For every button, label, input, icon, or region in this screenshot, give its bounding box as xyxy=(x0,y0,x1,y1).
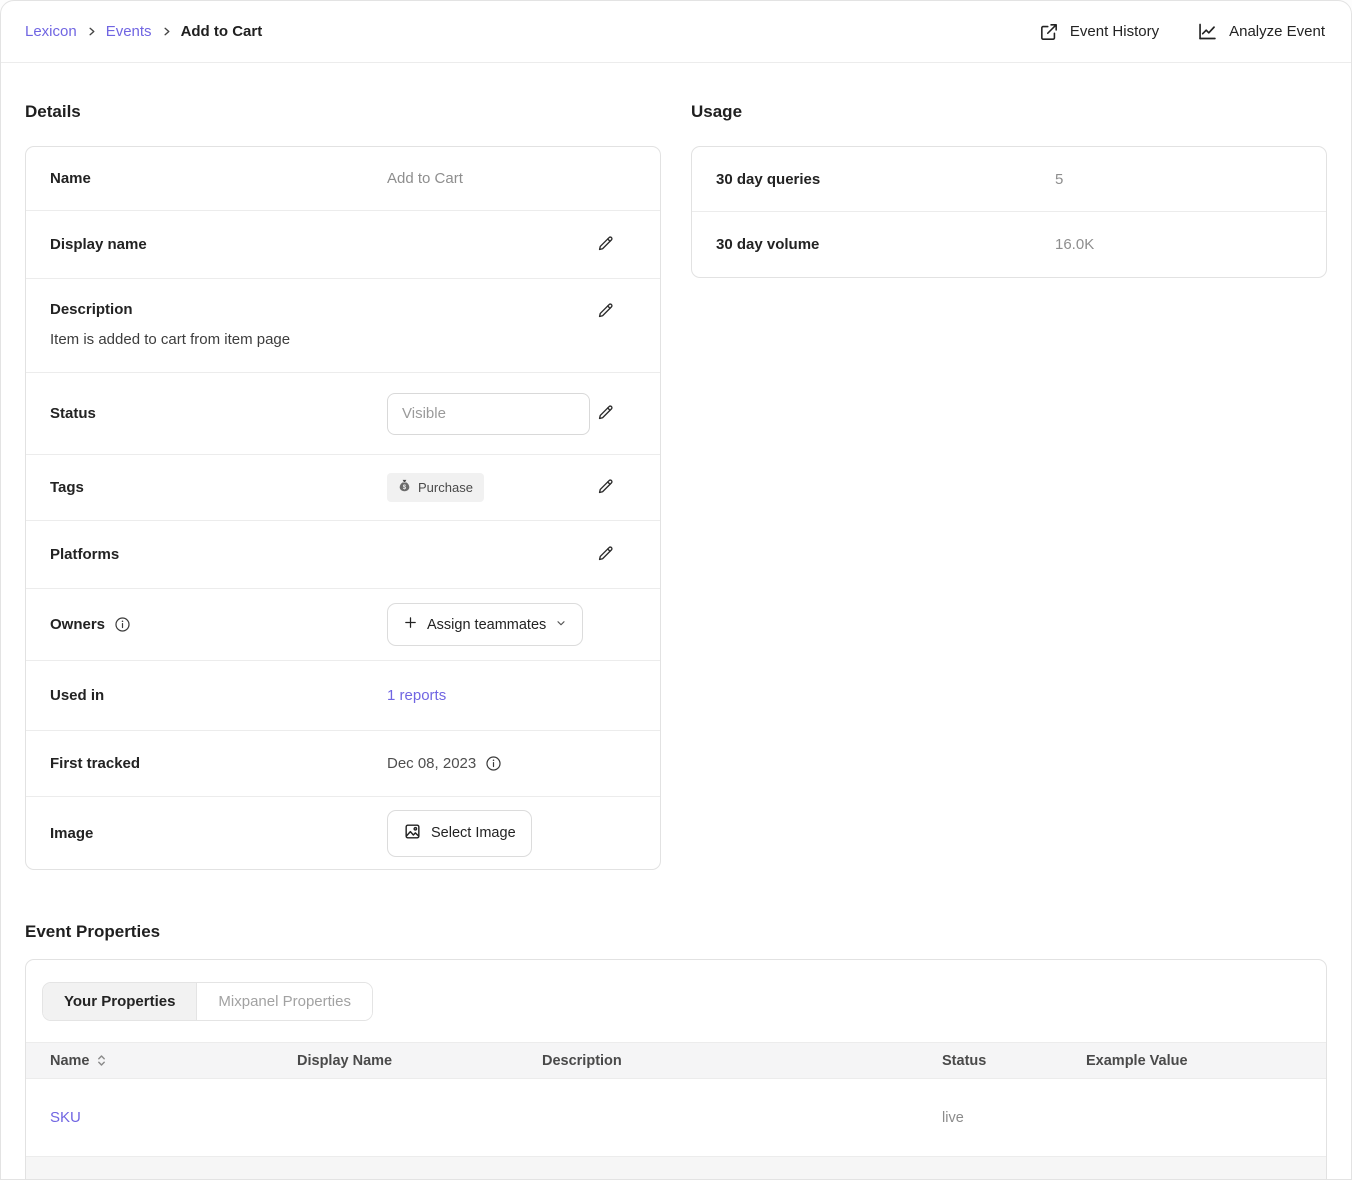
detail-row-name: Name Add to Cart xyxy=(26,147,660,211)
usage-row-queries: 30 day queries 5 xyxy=(692,147,1326,212)
first-tracked-label: First tracked xyxy=(50,755,387,772)
usage-card: 30 day queries 5 30 day volume 16.0K xyxy=(691,146,1327,278)
pencil-icon xyxy=(596,234,615,256)
name-column-label: Name xyxy=(50,1053,90,1069)
external-link-icon xyxy=(1039,22,1059,42)
lexicon-event-page: Lexicon Events Add to Cart Event History xyxy=(0,0,1352,1180)
properties-tabs: Your Properties Mixpanel Properties xyxy=(42,982,373,1021)
page-content: Details Name Add to Cart Display name xyxy=(1,63,1351,1180)
pencil-icon xyxy=(596,301,615,323)
first-tracked-value: Dec 08, 2023 xyxy=(387,755,476,772)
detail-row-platforms: Platforms xyxy=(26,521,660,589)
detail-row-image: Image Select Image xyxy=(26,797,660,869)
pencil-icon xyxy=(596,544,615,566)
tag-purchase[interactable]: $ Purchase xyxy=(387,473,484,502)
usage-title: Usage xyxy=(691,87,1327,122)
event-history-label: Event History xyxy=(1070,23,1159,40)
edit-platforms-button[interactable] xyxy=(596,544,616,566)
name-value: Add to Cart xyxy=(387,170,596,187)
top-bar: Lexicon Events Add to Cart Event History xyxy=(1,1,1351,63)
column-header-name[interactable]: Name xyxy=(50,1053,297,1069)
column-header-example-value: Example Value xyxy=(1086,1053,1326,1069)
property-row-sku[interactable]: SKU live xyxy=(26,1079,1326,1157)
tab-your-properties[interactable]: Your Properties xyxy=(43,983,196,1020)
used-in-label: Used in xyxy=(50,687,387,704)
breadcrumb-events[interactable]: Events xyxy=(106,23,152,40)
detail-row-used-in: Used in 1 reports xyxy=(26,661,660,731)
image-icon xyxy=(403,822,422,845)
event-properties-section: Event Properties Your Properties Mixpane… xyxy=(25,907,1327,1180)
property-status: live xyxy=(942,1110,1086,1126)
usage-row-volume: 30 day volume 16.0K xyxy=(692,212,1326,277)
event-properties-card: Your Properties Mixpanel Properties Name… xyxy=(25,959,1327,1180)
assign-teammates-label: Assign teammates xyxy=(427,617,546,633)
breadcrumb: Lexicon Events Add to Cart xyxy=(25,23,262,40)
queries-label: 30 day queries xyxy=(716,171,1055,188)
breadcrumb-current-event: Add to Cart xyxy=(181,23,263,40)
detail-row-owners: Owners Assign teammates xyxy=(26,589,660,661)
chevron-down-icon xyxy=(555,617,567,633)
status-label: Status xyxy=(50,405,387,422)
details-card: Name Add to Cart Display name xyxy=(25,146,661,870)
event-properties-title: Event Properties xyxy=(25,907,1327,942)
name-label: Name xyxy=(50,170,387,187)
volume-label: 30 day volume xyxy=(716,236,1055,253)
detail-row-tags: Tags $ Purchase xyxy=(26,455,660,521)
tab-mixpanel-properties[interactable]: Mixpanel Properties xyxy=(196,983,372,1020)
tags-label: Tags xyxy=(50,479,387,496)
top-actions: Event History Analyze Event xyxy=(1039,21,1325,42)
pencil-icon xyxy=(596,403,615,425)
edit-description-button[interactable] xyxy=(596,301,616,323)
description-value: Item is added to cart from item page xyxy=(50,331,596,348)
details-section: Details Name Add to Cart Display name xyxy=(25,87,661,870)
used-in-reports-link[interactable]: 1 reports xyxy=(387,687,446,704)
plus-icon xyxy=(403,615,418,634)
column-header-status: Status xyxy=(942,1053,1086,1069)
line-chart-icon xyxy=(1197,21,1218,42)
properties-table-header: Name Display Name Description Status Exa… xyxy=(26,1042,1326,1079)
analyze-event-button[interactable]: Analyze Event xyxy=(1197,21,1325,42)
assign-teammates-button[interactable]: Assign teammates xyxy=(387,603,583,646)
event-history-button[interactable]: Event History xyxy=(1039,22,1159,42)
detail-row-description: Description Item is added to cart from i… xyxy=(26,279,660,373)
edit-tags-button[interactable] xyxy=(596,477,616,499)
breadcrumb-lexicon[interactable]: Lexicon xyxy=(25,23,77,40)
usage-section: Usage 30 day queries 5 30 day volume 16.… xyxy=(691,87,1327,870)
owners-label: Owners xyxy=(50,616,105,633)
platforms-label: Platforms xyxy=(50,546,387,563)
column-header-display-name: Display Name xyxy=(297,1053,542,1069)
info-icon[interactable] xyxy=(485,755,502,772)
column-header-description: Description xyxy=(542,1053,942,1069)
status-input[interactable] xyxy=(387,393,590,435)
edit-display-name-button[interactable] xyxy=(596,234,616,256)
property-link-sku[interactable]: SKU xyxy=(50,1109,81,1126)
select-image-label: Select Image xyxy=(431,825,516,841)
analyze-event-label: Analyze Event xyxy=(1229,23,1325,40)
select-image-button[interactable]: Select Image xyxy=(387,810,532,857)
detail-row-status: Status xyxy=(26,373,660,455)
image-label: Image xyxy=(50,825,387,842)
edit-status-button[interactable] xyxy=(596,403,616,425)
property-row-scroll-percent[interactable]: Scroll % live xyxy=(26,1157,1326,1180)
queries-value: 5 xyxy=(1055,171,1302,188)
detail-row-display-name: Display name xyxy=(26,211,660,279)
chevron-right-icon xyxy=(86,26,97,37)
volume-value: 16.0K xyxy=(1055,236,1302,253)
money-bag-icon: $ xyxy=(398,479,411,496)
sort-icon xyxy=(97,1054,106,1067)
details-title: Details xyxy=(25,87,661,122)
display-name-label: Display name xyxy=(50,236,387,253)
chevron-right-icon xyxy=(161,26,172,37)
detail-row-first-tracked: First tracked Dec 08, 2023 xyxy=(26,731,660,797)
info-icon[interactable] xyxy=(114,616,131,633)
description-label: Description xyxy=(50,301,596,318)
pencil-icon xyxy=(596,477,615,499)
tag-label: Purchase xyxy=(418,480,473,495)
